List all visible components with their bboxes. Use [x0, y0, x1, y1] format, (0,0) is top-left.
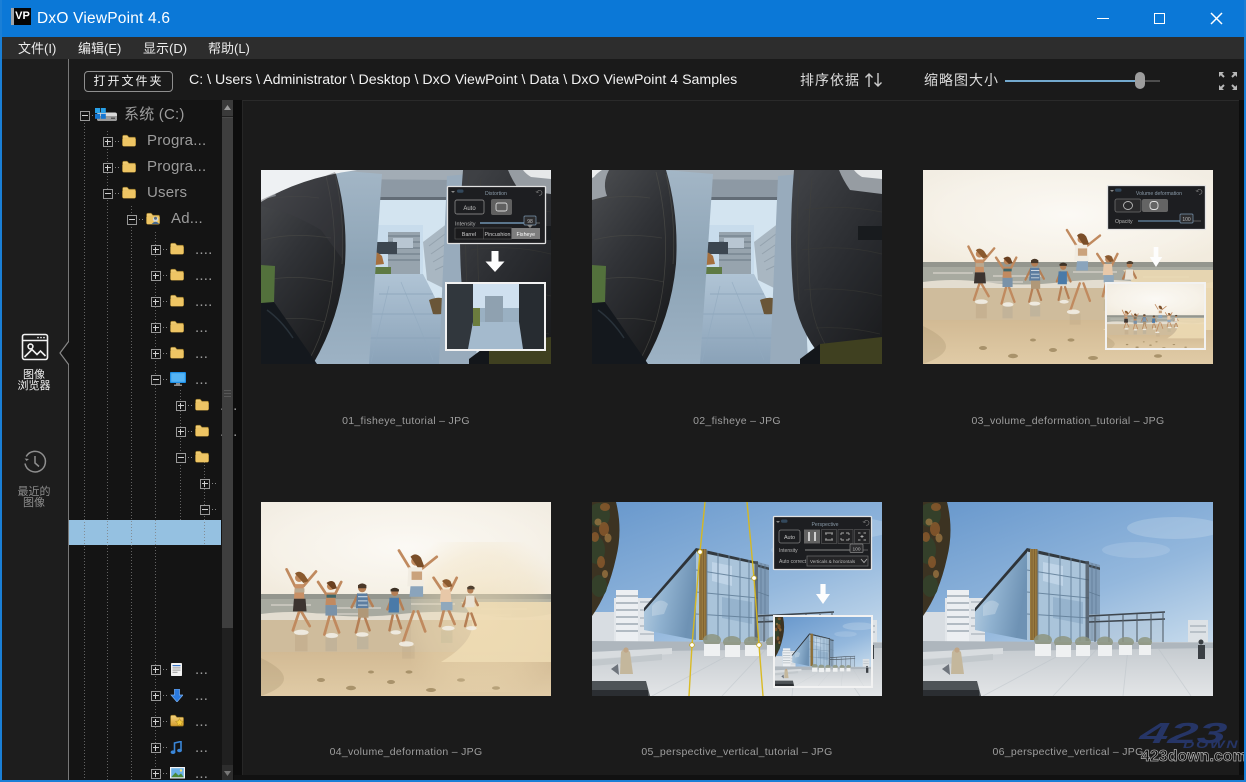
svg-text:Distortion: Distortion	[485, 191, 507, 197]
svg-text:Perspective: Perspective	[811, 522, 838, 528]
svg-text:Verticals & horizontals: Verticals & horizontals	[810, 559, 856, 564]
svg-text:Intensity: Intensity	[455, 222, 476, 228]
svg-text:Fisheye: Fisheye	[517, 232, 536, 238]
svg-text:98: 98	[527, 219, 533, 225]
svg-text:Pincushion: Pincushion	[485, 232, 511, 238]
svg-text:100: 100	[852, 547, 860, 553]
svg-text:Opacity: Opacity	[1115, 219, 1133, 225]
svg-text:100: 100	[1182, 217, 1191, 223]
svg-text:Barrel: Barrel	[462, 232, 476, 238]
svg-text:Volume deformation: Volume deformation	[1136, 191, 1182, 197]
svg-text:Auto correct: Auto correct	[779, 559, 807, 565]
svg-text:Auto: Auto	[463, 206, 476, 212]
svg-text:Auto: Auto	[784, 535, 795, 541]
svg-text:Intensity: Intensity	[779, 548, 798, 554]
